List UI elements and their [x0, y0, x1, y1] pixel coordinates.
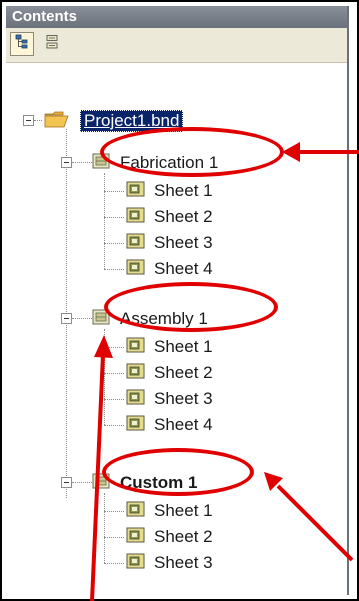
sheet-icon: [126, 389, 146, 410]
tree-sheet-item[interactable]: Sheet 3: [126, 387, 213, 411]
sheet-icon: [126, 233, 146, 254]
tree-sheet-item[interactable]: Sheet 2: [126, 525, 213, 549]
list-view-icon: [44, 34, 60, 55]
highlight-ellipse: [102, 448, 254, 496]
folder-icon: [44, 110, 72, 133]
tree-sheet-item[interactable]: Sheet 3: [126, 231, 213, 255]
tree-sheet-item[interactable]: Sheet 4: [126, 257, 213, 281]
tree-sheet-label: Sheet 4: [154, 415, 213, 434]
tree-sheet-label: Sheet 1: [154, 337, 213, 356]
panel-title: Contents: [6, 6, 347, 28]
sheet-icon: [126, 553, 146, 574]
sheet-icon: [126, 527, 146, 548]
sheet-icon: [126, 415, 146, 436]
tree-sheet-item[interactable]: Sheet 1: [126, 335, 213, 359]
sheet-icon: [126, 501, 146, 522]
tree-sheet-label: Sheet 3: [154, 553, 213, 572]
sheet-icon: [126, 259, 146, 280]
group-collapse-toggle[interactable]: [61, 313, 72, 324]
tree-sheet-item[interactable]: Sheet 1: [126, 179, 213, 203]
sheet-icon: [126, 363, 146, 384]
root-collapse-toggle[interactable]: [23, 115, 34, 126]
tree-view-icon: [14, 34, 30, 55]
tree-sheet-label: Sheet 1: [154, 501, 213, 520]
tree-sheet-label: Sheet 3: [154, 233, 213, 252]
tree-sheet-label: Sheet 1: [154, 181, 213, 200]
group-collapse-toggle[interactable]: [61, 157, 72, 168]
highlight-ellipse: [104, 282, 278, 332]
tree-sheet-label: Sheet 4: [154, 259, 213, 278]
tree-sheet-label: Sheet 3: [154, 389, 213, 408]
sheet-icon: [126, 337, 146, 358]
list-view-button[interactable]: [40, 32, 64, 56]
tree-sheet-label: Sheet 2: [154, 363, 213, 382]
highlight-ellipse: [100, 127, 284, 177]
panel-border: [347, 6, 349, 595]
sheet-icon: [126, 207, 146, 228]
tree-sheet-item[interactable]: Sheet 2: [126, 361, 213, 385]
tree-sheet-item[interactable]: Sheet 2: [126, 205, 213, 229]
tree-sheet-item[interactable]: Sheet 3: [126, 551, 213, 575]
group-collapse-toggle[interactable]: [61, 477, 72, 488]
tree-sheet-item[interactable]: Sheet 1: [126, 499, 213, 523]
panel-toolbar: [6, 28, 347, 63]
tree-view-button[interactable]: [10, 32, 34, 56]
tree-sheet-label: Sheet 2: [154, 207, 213, 226]
tree-sheet-label: Sheet 2: [154, 527, 213, 546]
tree-sheet-item[interactable]: Sheet 4: [126, 413, 213, 437]
sheet-icon: [126, 181, 146, 202]
